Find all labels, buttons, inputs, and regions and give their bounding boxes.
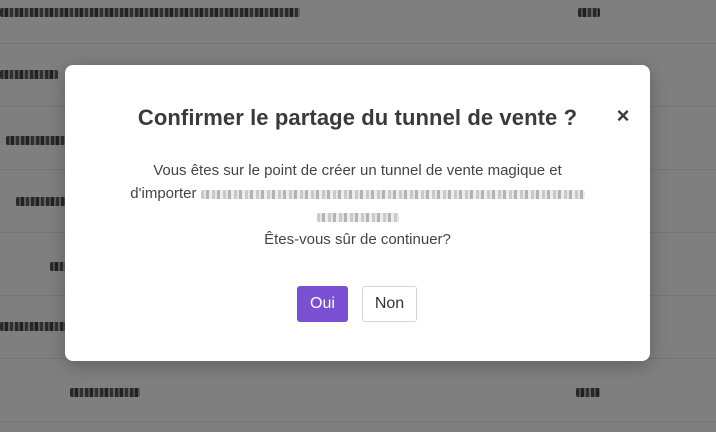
close-icon[interactable]: ×: [613, 103, 633, 129]
redacted-funnel-name-cont: [316, 212, 399, 222]
confirm-share-dialog: Confirmer le partage du tunnel de vente …: [65, 65, 650, 361]
dialog-title: Confirmer le partage du tunnel de vente …: [137, 105, 578, 130]
message-line-3: [105, 205, 610, 228]
message-line-2: d'importer: [105, 182, 610, 205]
message-question: Êtes-vous sûr de continuer?: [264, 231, 451, 248]
redacted-funnel-name: [200, 189, 585, 199]
confirm-yes-button[interactable]: Oui: [297, 286, 348, 322]
message-line-1: Vous êtes sur le point de créer un tunne…: [153, 162, 562, 179]
message-line-2-prefix: d'importer: [130, 185, 197, 202]
dialog-message: Vous êtes sur le point de créer un tunne…: [105, 159, 610, 251]
confirm-no-button[interactable]: Non: [362, 286, 417, 322]
